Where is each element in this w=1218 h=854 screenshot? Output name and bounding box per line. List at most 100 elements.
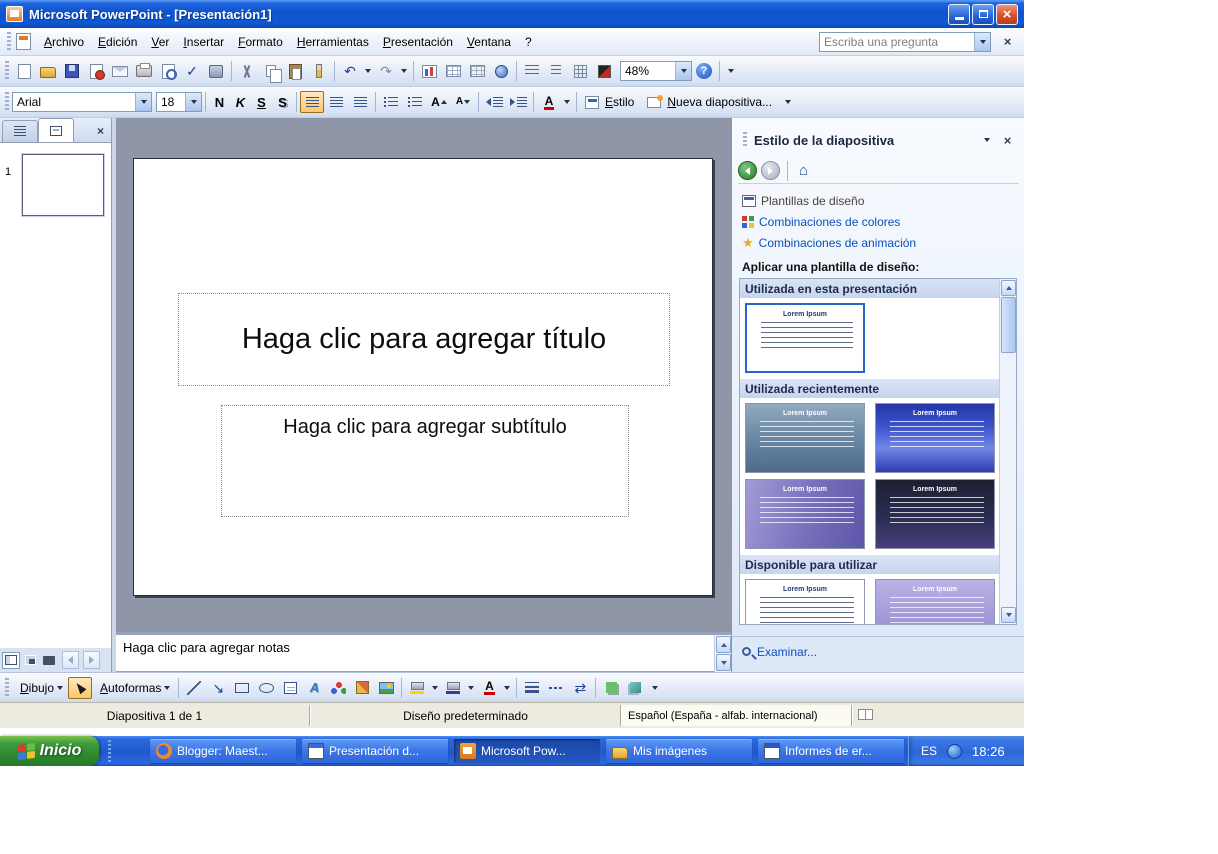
quick-launch-grip[interactable] xyxy=(108,740,111,762)
insert-chart-button[interactable] xyxy=(417,60,441,82)
line-color-dropdown[interactable] xyxy=(465,678,477,698)
zoom-combobox[interactable]: 48% xyxy=(620,61,692,81)
new-presentation-button[interactable] xyxy=(12,60,36,82)
show-grid-button[interactable] xyxy=(568,60,592,82)
task-pane-grip[interactable] xyxy=(743,132,747,148)
font-color-button-drawing[interactable]: A xyxy=(477,677,501,699)
forward-button[interactable] xyxy=(761,161,780,180)
undo-dropdown[interactable] xyxy=(362,61,374,81)
numbering-button[interactable] xyxy=(379,91,403,113)
design-thumbnail-available-1[interactable]: Lorem Ipsum xyxy=(745,579,865,624)
draw-menu-button[interactable]: Dibujo xyxy=(12,677,68,699)
scroll-left-button[interactable] xyxy=(62,651,79,669)
wordart-button[interactable]: A xyxy=(302,677,326,699)
insert-picture-button[interactable] xyxy=(374,677,398,699)
3d-style-button[interactable] xyxy=(623,677,647,699)
design-thumbnail-available-2[interactable]: Lorem Ipsum xyxy=(875,579,995,624)
menu-ayuda[interactable]: ? xyxy=(518,30,539,54)
minimize-button[interactable] xyxy=(948,3,970,25)
clip-art-button[interactable] xyxy=(350,677,374,699)
redo-button[interactable]: ↷ xyxy=(374,60,398,82)
design-thumbnail-ocean[interactable]: Lorem Ipsum xyxy=(875,403,995,473)
task-pane-scrollbar[interactable] xyxy=(999,279,1016,624)
font-combobox[interactable]: Arial xyxy=(12,92,152,112)
font-size-dropdown[interactable] xyxy=(185,93,201,111)
browse-link[interactable]: Examinar... xyxy=(757,645,817,659)
toolbar-options-button[interactable] xyxy=(723,59,739,83)
permission-button[interactable] xyxy=(84,60,108,82)
line-style-button[interactable] xyxy=(520,677,544,699)
slide-sorter-view-button[interactable] xyxy=(21,652,39,669)
subtitle-placeholder[interactable]: Haga clic para agregar subtítulo xyxy=(221,405,629,517)
new-slide-button[interactable]: Nueva diapositiva... xyxy=(642,91,780,113)
bold-button[interactable]: N xyxy=(209,91,230,113)
menubar-grip[interactable] xyxy=(7,31,11,52)
zoom-dropdown[interactable] xyxy=(675,62,691,80)
bullets-button[interactable] xyxy=(403,91,427,113)
taskbar-button-presentacion[interactable]: Presentación d... xyxy=(302,739,448,763)
print-button[interactable] xyxy=(132,60,156,82)
copy-button[interactable] xyxy=(259,60,283,83)
ask-question-dropdown[interactable] xyxy=(974,32,990,51)
italic-button[interactable]: K xyxy=(230,91,251,113)
notes-scrollbar[interactable] xyxy=(714,635,731,672)
link-plantillas-de-diseno[interactable]: Plantillas de diseño xyxy=(742,190,916,211)
menu-ver[interactable]: Ver xyxy=(144,30,176,54)
link-combinaciones-de-animacion[interactable]: ★ Combinaciones de animación xyxy=(742,232,916,253)
fill-color-dropdown[interactable] xyxy=(429,678,441,698)
menu-herramientas[interactable]: Herramientas xyxy=(290,30,376,54)
print-preview-button[interactable] xyxy=(156,60,180,82)
color-grayscale-button[interactable] xyxy=(592,60,616,82)
scroll-up-button[interactable] xyxy=(1001,280,1016,296)
save-button[interactable] xyxy=(60,60,84,82)
font-size-combobox[interactable]: 18 xyxy=(156,92,202,112)
font-color-button[interactable]: A xyxy=(537,91,561,113)
status-language[interactable]: Español (España - alfab. internacional) xyxy=(622,705,852,726)
format-painter-button[interactable] xyxy=(307,60,331,82)
redo-dropdown[interactable] xyxy=(398,61,410,81)
start-button[interactable]: Inicio xyxy=(0,736,99,766)
menu-formato[interactable]: Formato xyxy=(231,30,290,54)
line-color-button[interactable] xyxy=(441,677,465,699)
design-thumbnail-current[interactable]: Lorem Ipsum xyxy=(745,303,865,373)
design-thumbnail-violet[interactable]: Lorem Ipsum xyxy=(745,479,865,549)
menu-ventana[interactable]: Ventana xyxy=(460,30,518,54)
clock[interactable]: 18:26 xyxy=(972,744,1005,759)
tray-notification-icon[interactable] xyxy=(947,743,963,759)
select-objects-button[interactable] xyxy=(68,676,93,699)
line-tool-button[interactable] xyxy=(182,677,206,699)
oval-tool-button[interactable] xyxy=(254,677,278,699)
align-left-button[interactable] xyxy=(300,91,324,113)
align-right-button[interactable] xyxy=(348,91,372,113)
fill-color-button[interactable] xyxy=(405,677,429,699)
notes-scroll-up-button[interactable] xyxy=(716,636,731,653)
task-pane-menu-button[interactable] xyxy=(978,132,995,149)
tables-and-borders-button[interactable] xyxy=(465,60,489,82)
restore-button[interactable] xyxy=(972,3,994,25)
taskbar-button-powerpoint[interactable]: Microsoft Pow... xyxy=(454,739,600,763)
design-thumbnail-steel[interactable]: Lorem Ipsum xyxy=(745,403,865,473)
menu-edicion[interactable]: Edición xyxy=(91,30,144,54)
font-color-dropdown[interactable] xyxy=(561,92,573,112)
formatting-toolbar-grip[interactable] xyxy=(5,92,9,112)
panel-close-button[interactable]: × xyxy=(93,124,108,138)
decrease-font-button[interactable]: A xyxy=(451,91,475,113)
text-box-button[interactable] xyxy=(278,677,302,699)
ask-question-box[interactable]: Escriba una pregunta xyxy=(819,31,991,52)
notes-scroll-down-button[interactable] xyxy=(716,654,731,671)
design-thumbnail-navy[interactable]: Lorem Ipsum xyxy=(875,479,995,549)
shadow-button[interactable]: S xyxy=(272,91,293,113)
standard-toolbar-grip[interactable] xyxy=(5,61,9,81)
slide-design-button[interactable]: Estilo xyxy=(580,91,642,113)
tab-esquema[interactable] xyxy=(2,120,38,142)
help-button[interactable]: ? xyxy=(692,60,716,82)
title-placeholder[interactable]: Haga clic para agregar título xyxy=(178,293,670,386)
insert-table-button[interactable] xyxy=(441,60,465,82)
spelling-button[interactable]: ✓ xyxy=(180,60,204,82)
notes-placeholder[interactable]: Haga clic para agregar notas xyxy=(123,640,290,655)
underline-button[interactable]: S xyxy=(251,91,272,113)
arrow-style-button[interactable]: ⇄ xyxy=(568,677,592,699)
slide-canvas[interactable]: Haga clic para agregar título Haga clic … xyxy=(133,158,713,596)
decrease-indent-button[interactable] xyxy=(482,91,506,113)
scrollbar-thumb[interactable] xyxy=(1001,297,1016,353)
